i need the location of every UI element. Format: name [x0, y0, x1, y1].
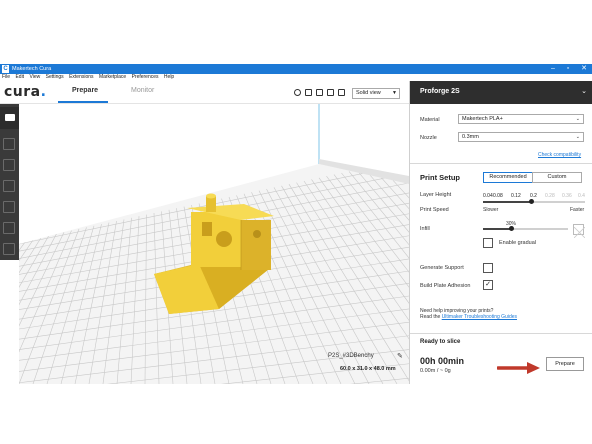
menu-preferences[interactable]: Preferences	[132, 74, 159, 81]
layer-height-label: Layer Height	[420, 192, 452, 198]
help-prefix: Read the	[420, 314, 442, 320]
edit-name-pencil-icon[interactable]: ✎	[397, 352, 403, 360]
support-blocker-icon[interactable]	[3, 243, 15, 255]
layer-height-slider-fill	[483, 201, 531, 203]
printer-name: Proforge 2S	[420, 88, 460, 95]
nozzle-label: Nozzle	[420, 135, 437, 141]
troubleshooting-guides-link[interactable]: Ultimaker Troubleshooting Guides	[442, 314, 517, 320]
minimize-button[interactable]: –	[546, 64, 560, 74]
menu-settings[interactable]: Settings	[46, 74, 64, 81]
view-3d-icon[interactable]	[294, 89, 301, 96]
prepare-slice-button[interactable]: Prepare	[546, 357, 584, 371]
move-tool-icon[interactable]	[3, 138, 15, 150]
layer-height-option[interactable]: 0.28	[545, 193, 555, 199]
menu-help[interactable]: Help	[164, 74, 174, 81]
view-left-icon[interactable]	[327, 89, 334, 96]
title-bar: C Makertech Cura – ▫ ✕	[0, 64, 592, 74]
divider	[410, 333, 592, 334]
speed-slower-label: Slower	[483, 207, 499, 213]
view-top-icon[interactable]	[316, 89, 323, 96]
left-toolbox	[0, 104, 19, 260]
build-plate-adhesion-checkbox[interactable]: ✓	[483, 280, 493, 290]
settings-sidebar: Proforge 2S ⌄ Material Makertech PLA+ ⌄ …	[409, 81, 592, 384]
close-button[interactable]: ✕	[577, 64, 591, 74]
enable-gradual-checkbox[interactable]	[483, 238, 493, 248]
material-estimate: 0.00m / ~ 0g	[420, 368, 451, 374]
menu-bar: File Edit View Settings Extensions Marke…	[0, 74, 592, 81]
material-label: Material	[420, 117, 440, 123]
infill-pattern-icon	[573, 224, 586, 239]
tab-monitor[interactable]: Monitor	[131, 87, 154, 94]
menu-view[interactable]: View	[29, 74, 40, 81]
chevron-down-icon: ⌄	[575, 134, 580, 140]
view-right-icon[interactable]	[338, 89, 345, 96]
generate-support-label: Generate Support	[420, 265, 464, 271]
custom-mode-button[interactable]: Custom	[532, 172, 582, 183]
cura-logo: cura.	[4, 84, 46, 100]
chevron-down-icon: ▼	[392, 90, 397, 96]
print-speed-label: Print Speed	[420, 207, 449, 213]
divider	[410, 163, 592, 164]
build-plate-scene	[19, 104, 409, 384]
infill-label: Infill	[420, 226, 430, 232]
mirror-tool-icon[interactable]	[3, 201, 15, 213]
printer-selector[interactable]: Proforge 2S ⌄	[410, 81, 592, 104]
layer-height-slider-handle[interactable]	[529, 199, 534, 204]
object-dimensions: 60.0 x 31.0 x 48.0 mm	[340, 366, 396, 372]
logo-text: cura	[4, 84, 41, 100]
red-arrow-icon	[497, 362, 540, 374]
layer-height-option[interactable]: 0.36	[562, 193, 572, 199]
build-plate-viewport[interactable]	[19, 104, 409, 384]
material-select[interactable]: Makertech PLA+ ⌄	[458, 114, 584, 124]
view-front-icon[interactable]	[305, 89, 312, 96]
print-time-estimate: 00h 00min	[420, 356, 465, 366]
per-model-settings-icon[interactable]	[3, 222, 15, 234]
folder-icon	[5, 114, 15, 121]
recommended-mode-button[interactable]: Recommended	[483, 172, 533, 183]
chevron-down-icon: ⌄	[575, 116, 580, 122]
rotate-tool-icon[interactable]	[3, 180, 15, 192]
infill-slider-handle[interactable]	[509, 226, 514, 231]
top-toolbar: cura. Prepare Monitor Solid view ▼	[0, 81, 409, 104]
infill-slider-fill	[483, 228, 511, 230]
speed-faster-label: Faster	[570, 207, 585, 213]
layer-height-option[interactable]: 0.08	[493, 193, 503, 199]
menu-marketplace[interactable]: Marketplace	[99, 74, 126, 81]
menu-extensions[interactable]: Extensions	[69, 74, 93, 81]
open-file-button[interactable]	[0, 107, 19, 129]
layer-height-option[interactable]: 0.04	[483, 193, 493, 199]
maximize-button[interactable]: ▫	[561, 64, 575, 74]
logo-dot-icon: .	[40, 84, 47, 100]
layer-height-option[interactable]: 0.4	[578, 193, 585, 199]
ready-to-slice-label: Ready to slice	[420, 339, 461, 345]
object-name: P2S_#3DBenchy	[328, 353, 374, 359]
help-text: Need help improving your prints? Read th…	[420, 308, 517, 320]
build-plate-adhesion-label: Build Plate Adhesion	[420, 283, 471, 289]
cura-app-icon: C	[2, 65, 9, 73]
cura-window: C Makertech Cura – ▫ ✕ File Edit View Se…	[0, 0, 592, 444]
tab-prepare[interactable]: Prepare	[72, 87, 98, 94]
menu-edit[interactable]: Edit	[15, 74, 24, 81]
nozzle-select[interactable]: 0.3mm ⌄	[458, 132, 584, 142]
enable-gradual-label: Enable gradual	[499, 240, 537, 246]
window-title: Makertech Cura	[12, 66, 52, 72]
generate-support-checkbox[interactable]	[483, 263, 493, 273]
menu-file[interactable]: File	[2, 74, 10, 81]
nozzle-value: 0.3mm	[462, 134, 479, 140]
layer-height-option[interactable]: 0.12	[511, 193, 521, 199]
view-mode-select[interactable]: Solid view ▼	[352, 88, 400, 99]
print-setup-heading: Print Setup	[420, 173, 461, 182]
active-tab-indicator	[58, 101, 108, 103]
check-compatibility-link[interactable]: Check compatibility	[538, 152, 581, 158]
scale-tool-icon[interactable]	[3, 159, 15, 171]
chevron-down-icon: ⌄	[581, 88, 587, 95]
view-mode-value: Solid view	[356, 90, 381, 96]
material-value: Makertech PLA+	[462, 116, 503, 122]
